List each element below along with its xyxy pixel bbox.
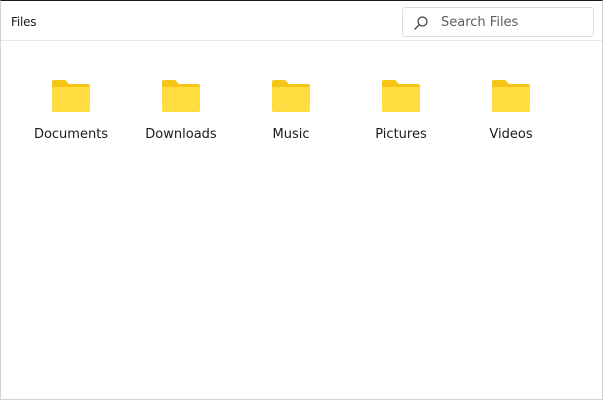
- search-input[interactable]: [441, 12, 589, 32]
- folder-music[interactable]: Music: [241, 75, 341, 147]
- file-browser-window: Files Documents Downloads: [0, 0, 603, 400]
- folder-pictures[interactable]: Pictures: [351, 75, 451, 147]
- folder-icon: [492, 80, 530, 112]
- search-icon: [414, 16, 428, 30]
- folder-label: Pictures: [375, 127, 427, 142]
- folder-icon: [52, 80, 90, 112]
- folder-grid: Documents Downloads Music Pictures Video…: [1, 42, 602, 399]
- folder-downloads[interactable]: Downloads: [131, 75, 231, 147]
- folder-label: Videos: [489, 127, 533, 142]
- folder-documents[interactable]: Documents: [21, 75, 121, 147]
- folder-label: Documents: [33, 127, 109, 142]
- search-box[interactable]: [402, 7, 594, 37]
- folder-label: Music: [272, 127, 310, 142]
- app-title: Files: [11, 15, 37, 29]
- folder-label: Downloads: [145, 127, 217, 142]
- folder-videos[interactable]: Videos: [461, 75, 561, 147]
- folder-icon: [272, 80, 310, 112]
- folder-icon: [162, 80, 200, 112]
- folder-icon: [382, 80, 420, 112]
- title-bar: Files: [1, 1, 602, 41]
